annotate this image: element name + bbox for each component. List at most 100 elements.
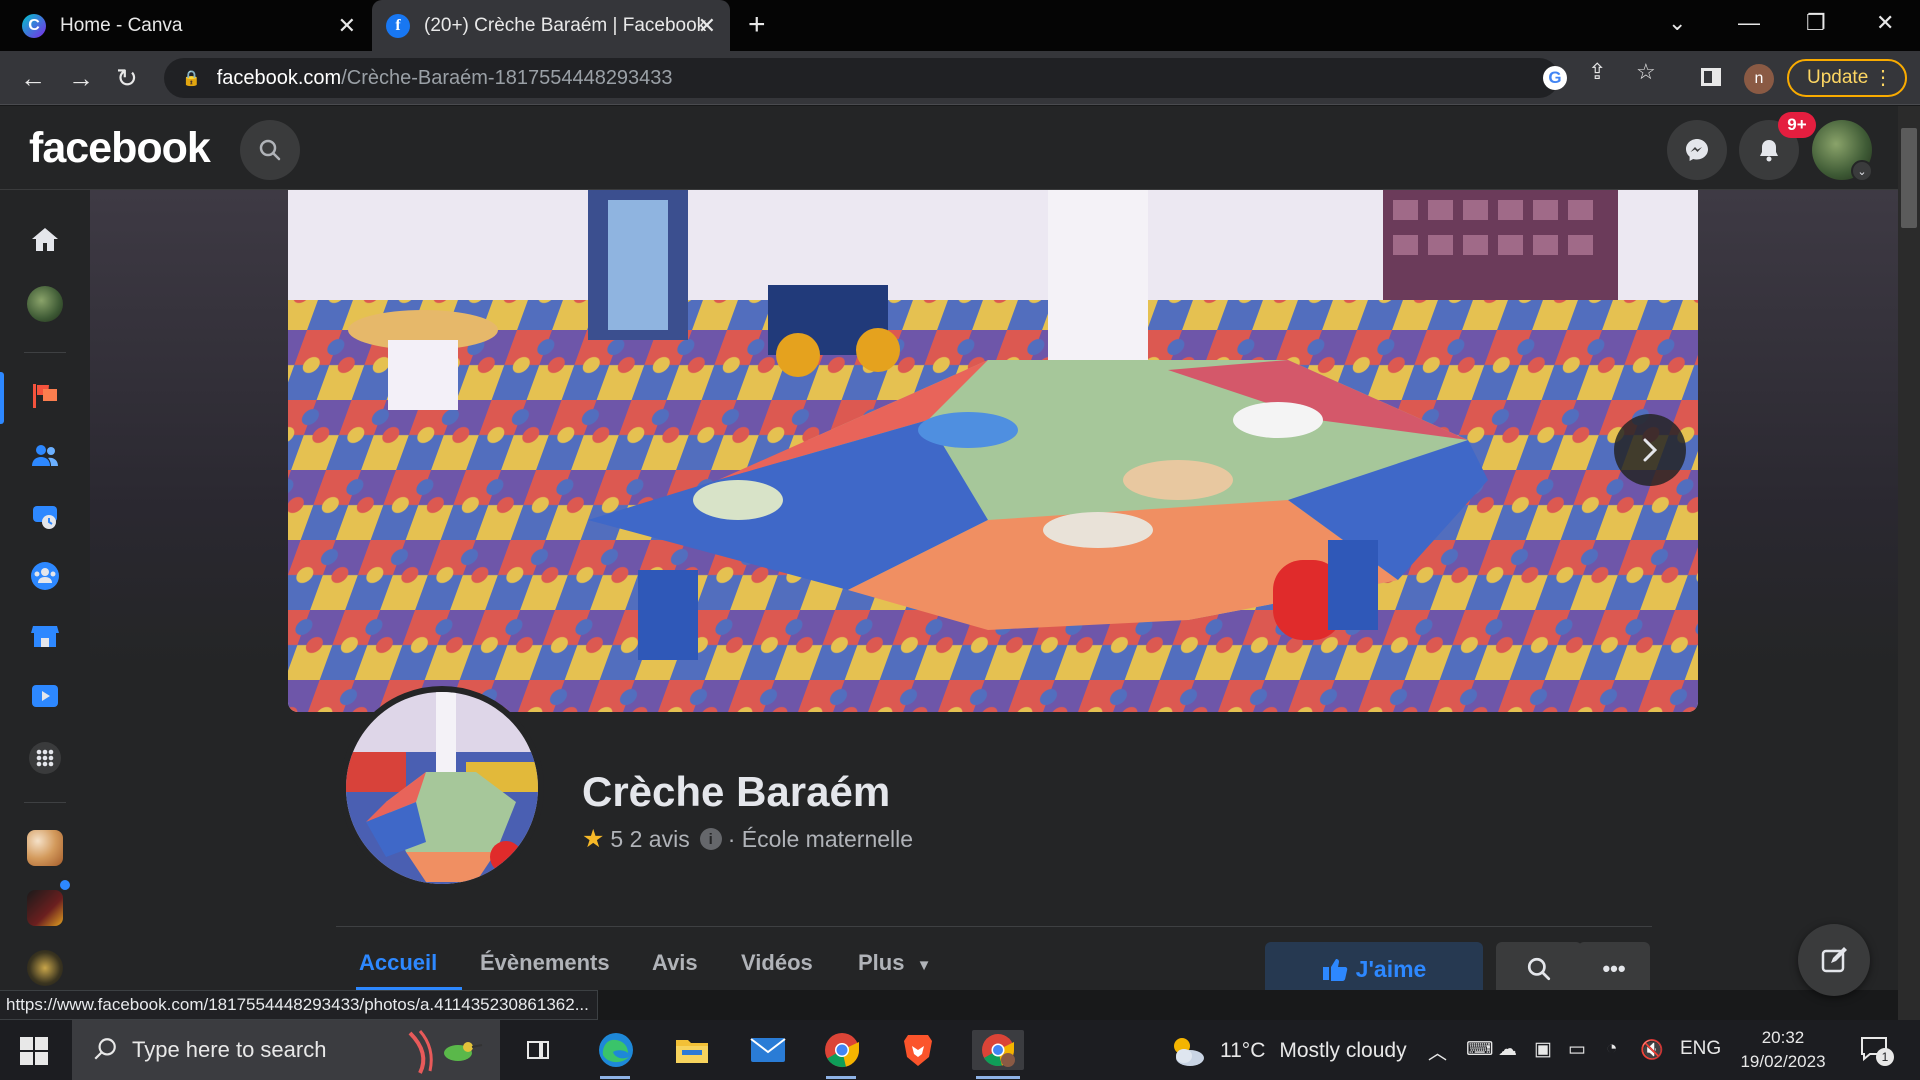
rail-divider (24, 802, 66, 803)
wifi-icon[interactable]: ◔ (1606, 1038, 1617, 1060)
volume-muted-icon[interactable]: 🔇 (1640, 1038, 1664, 1062)
rail-shortcut-1[interactable] (0, 820, 90, 876)
new-message-button[interactable] (1798, 924, 1870, 996)
rail-item-groups[interactable] (0, 548, 90, 604)
star-icon: ★ (582, 825, 605, 853)
tab-plus-label: Plus (858, 950, 905, 975)
input-language[interactable]: ENG (1680, 1038, 1721, 1060)
show-hidden-icons-chevron-icon[interactable]: ︿ (1428, 1038, 1447, 1065)
cover-photo[interactable] (288, 190, 1698, 712)
google-lens-icon[interactable]: G (1543, 66, 1567, 90)
rail-item-pages[interactable] (0, 368, 90, 424)
rail-item-marketplace[interactable] (0, 608, 90, 664)
mail-icon[interactable] (748, 1030, 788, 1070)
scrollbar-thumb[interactable] (1901, 128, 1917, 228)
chrome-icon[interactable] (822, 1030, 862, 1070)
rail-shortcut-2[interactable] (0, 880, 90, 936)
rail-item-watch[interactable] (0, 668, 90, 724)
info-icon[interactable]: i (699, 828, 722, 850)
page-reviews[interactable]: 2 avis (630, 826, 690, 853)
page-profile-picture[interactable] (340, 686, 544, 890)
tab-plus[interactable]: Plus ▼ (858, 950, 931, 976)
taskbar-search-box[interactable]: Type here to search (72, 1020, 500, 1080)
status-bar-url: https://www.facebook.com/181755444829343… (0, 990, 598, 1020)
page-scrollbar[interactable] (1898, 106, 1920, 1020)
caret-down-icon: ▼ (916, 957, 932, 974)
system-clock[interactable]: 20:32 19/02/2023 (1738, 1026, 1828, 1074)
close-tab-icon[interactable]: ✕ (338, 13, 356, 39)
battery-icon[interactable]: ▭ (1568, 1038, 1586, 1061)
restore-button[interactable]: ❐ (1806, 10, 1826, 36)
url-path: /Crèche-Baraém-1817554448293433 (341, 66, 673, 89)
meet-now-icon[interactable]: ⌨ (1466, 1038, 1493, 1061)
running-indicator (826, 1076, 856, 1079)
browser-profile-avatar[interactable]: n (1744, 64, 1774, 94)
rail-item-menu[interactable] (0, 730, 90, 786)
groups-icon (31, 562, 59, 590)
watch-video-icon (32, 685, 58, 707)
friends-icon (32, 445, 58, 466)
reload-button[interactable]: ↻ (116, 63, 138, 94)
page-rating: 5 (610, 825, 624, 852)
tab-facebook[interactable]: f (20+) Crèche Baraém | Facebook ✕ (372, 0, 730, 51)
windows-taskbar: Type here to search 11°C Mostly cloudy ︿… (0, 1020, 1920, 1080)
url-host: facebook.com (216, 66, 342, 89)
address-bar[interactable]: 🔒 facebook.com/Crèche-Baraém-18175544482… (164, 58, 1559, 98)
chevron-right-icon (1643, 438, 1658, 462)
tab-search-chevron-icon[interactable]: ⌄ (1668, 10, 1686, 36)
tab-canva[interactable]: C Home - Canva ✕ (8, 0, 370, 51)
page-meta: ★ 5 2 avis i · École maternelle (582, 824, 913, 854)
close-window-button[interactable]: ✕ (1876, 10, 1894, 36)
cover-photo-image (288, 190, 1698, 712)
edge-icon[interactable] (596, 1030, 636, 1070)
profile-picture-image (346, 692, 538, 884)
rail-item-memories[interactable] (0, 488, 90, 544)
rail-item-home[interactable] (0, 212, 90, 268)
messenger-button[interactable] (1667, 120, 1727, 180)
home-icon (32, 228, 58, 251)
chrome-profile-icon[interactable] (972, 1030, 1024, 1070)
file-explorer-icon[interactable] (672, 1030, 712, 1070)
onedrive-cloud-icon[interactable]: ☁ (1498, 1038, 1517, 1061)
cover-next-button[interactable] (1614, 414, 1686, 486)
weather-widget[interactable]: 11°C Mostly cloudy (1168, 1034, 1407, 1068)
lock-icon[interactable]: 🔒 (182, 69, 201, 87)
side-panel-icon[interactable] (1701, 68, 1721, 86)
browser-menu-icon[interactable]: ⋮ (1873, 65, 1893, 90)
share-icon[interactable]: ⇪ (1588, 59, 1606, 85)
device-icon[interactable]: ▣ (1534, 1038, 1552, 1061)
notification-center-button[interactable]: 1 (1860, 1036, 1894, 1066)
rail-item-profile[interactable] (0, 276, 90, 332)
task-view-icon[interactable] (518, 1030, 558, 1070)
facebook-logo[interactable]: facebook (29, 124, 211, 173)
compose-icon (1821, 947, 1847, 973)
update-button[interactable]: Update ⋮ (1787, 59, 1907, 97)
back-button[interactable]: ← (20, 63, 46, 94)
tab-evenements[interactable]: Évènements (480, 950, 610, 976)
tab-accueil[interactable]: Accueil (359, 950, 437, 976)
bookmark-star-icon[interactable]: ☆ (1636, 59, 1656, 85)
facebook-search-button[interactable] (240, 120, 300, 180)
more-options-button[interactable]: ••• (1578, 942, 1650, 990)
notification-count: 1 (1876, 1048, 1894, 1066)
page-info-panel: Crèche Baraém ★ 5 2 avis i · École mater… (90, 686, 1898, 990)
tab-videos[interactable]: Vidéos (741, 950, 813, 976)
rail-shortcut-3[interactable] (0, 940, 90, 996)
tab-avis[interactable]: Avis (652, 950, 698, 976)
running-indicator (600, 1076, 630, 1079)
windows-start-icon[interactable] (20, 1037, 48, 1065)
brave-icon[interactable] (898, 1030, 938, 1070)
thumbs-up-icon (1322, 959, 1347, 981)
forward-button[interactable]: → (68, 63, 94, 94)
active-indicator (0, 372, 4, 424)
page-search-button[interactable] (1496, 942, 1582, 990)
page-title: Crèche Baraém (582, 768, 891, 815)
chevron-down-icon[interactable]: ⌄ (1851, 160, 1873, 182)
like-button[interactable]: J'aime (1265, 942, 1483, 990)
running-indicator (976, 1076, 1020, 1079)
new-tab-button[interactable]: + (748, 8, 766, 42)
rail-item-friends[interactable] (0, 428, 90, 484)
facebook-icon: f (386, 13, 410, 38)
minimize-button[interactable]: — (1738, 10, 1760, 36)
close-tab-icon[interactable]: ✕ (698, 13, 716, 39)
